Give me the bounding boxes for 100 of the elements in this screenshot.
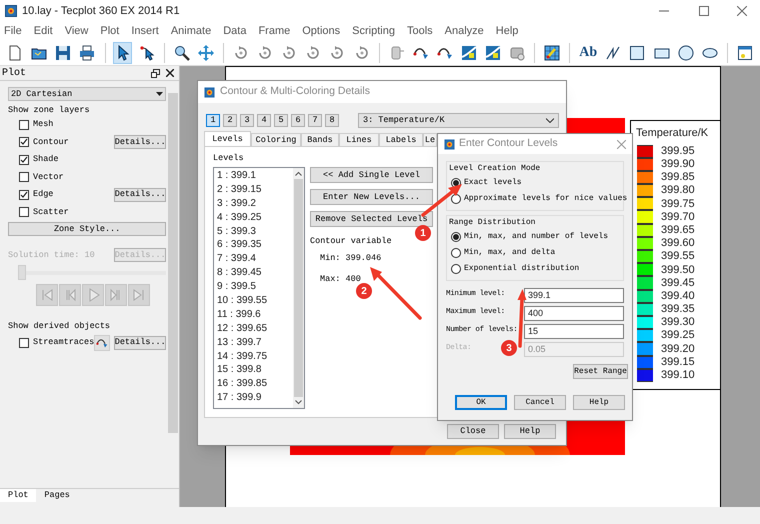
dialog-button[interactable]: Remove Selected Levels xyxy=(310,211,433,227)
grid-icon[interactable] xyxy=(544,44,560,60)
menu-item[interactable]: Tools xyxy=(406,22,433,40)
contour-icon[interactable] xyxy=(461,44,478,60)
group-button[interactable]: 2 xyxy=(223,114,237,126)
group-button[interactable]: 6 xyxy=(291,114,305,126)
tab[interactable]: Bands xyxy=(301,133,339,146)
move-icon[interactable] xyxy=(198,44,214,60)
menu-item[interactable]: Frame xyxy=(258,22,290,40)
magnifier-icon[interactable] xyxy=(174,44,190,60)
menu-item[interactable]: Scripting xyxy=(352,22,395,40)
dialog-button[interactable]: Help xyxy=(573,395,625,410)
list-item[interactable]: 16 : 399.85 xyxy=(217,377,293,392)
checkbox[interactable] xyxy=(19,207,29,218)
circle-icon[interactable] xyxy=(678,44,694,60)
details-button[interactable]: Details... xyxy=(114,336,166,350)
radio-button[interactable] xyxy=(451,232,461,242)
list-item[interactable]: 5 : 399.3 xyxy=(217,224,293,238)
list-item[interactable]: 6 : 399.35 xyxy=(217,238,293,252)
list-item[interactable]: 1 : 399.1 xyxy=(217,169,293,183)
rotate-icon[interactable] xyxy=(257,44,273,60)
close-icon[interactable] xyxy=(166,69,174,77)
rotate-icon[interactable] xyxy=(305,44,322,60)
list-item[interactable]: 17 : 399.9 xyxy=(217,391,293,406)
list-item[interactable]: 9 : 399.5 xyxy=(217,280,293,294)
checkbox[interactable] xyxy=(19,154,29,165)
time-slider[interactable] xyxy=(18,265,166,280)
tab[interactable]: Labels xyxy=(379,133,423,146)
variable-dropdown[interactable]: 3: Temperature/K xyxy=(358,112,559,128)
details-button[interactable]: Details... xyxy=(114,188,166,202)
list-item[interactable]: 13 : 399.7 xyxy=(217,336,293,350)
pointer-icon[interactable] xyxy=(138,44,155,60)
list-item[interactable]: 15 : 399.8 xyxy=(217,363,293,378)
dialog-button[interactable]: OK xyxy=(455,395,507,410)
text-tool-button[interactable]: Ab xyxy=(578,42,598,64)
line-icon[interactable] xyxy=(605,44,622,60)
checkbox[interactable] xyxy=(19,120,29,130)
plot-type-dropdown[interactable]: 2D Cartesian xyxy=(8,87,166,101)
menu-item[interactable]: File xyxy=(4,22,22,40)
tab[interactable]: Coloring xyxy=(251,133,301,146)
tab[interactable]: Levels xyxy=(204,131,251,146)
input-field[interactable]: 15 xyxy=(524,324,624,338)
slider-thumb[interactable] xyxy=(18,265,26,280)
dialog-button[interactable]: Close xyxy=(447,424,499,439)
list-item[interactable]: 7 : 399.4 xyxy=(217,252,293,266)
details-button[interactable]: Details... xyxy=(114,135,166,150)
dialog-button[interactable]: Cancel xyxy=(514,395,566,410)
input-field[interactable]: 400 xyxy=(524,306,624,320)
list-item[interactable]: 8 : 399.45 xyxy=(217,266,293,280)
float-icon[interactable] xyxy=(151,68,160,78)
scroll-up-icon[interactable] xyxy=(295,171,302,176)
list-item[interactable]: 14 : 399.75 xyxy=(217,350,293,364)
list-item[interactable]: 3 : 399.2 xyxy=(217,196,293,211)
group-button[interactable]: 3 xyxy=(240,114,254,126)
tool-icon[interactable] xyxy=(509,44,526,60)
radio-button[interactable] xyxy=(451,194,461,204)
list-item[interactable]: 12 : 399.65 xyxy=(217,322,293,336)
scroll-down-icon[interactable] xyxy=(295,400,302,405)
list-item[interactable]: 11 : 399.6 xyxy=(217,308,293,322)
dialog-button[interactable]: Reset Range xyxy=(573,364,628,379)
group-button[interactable]: 8 xyxy=(325,114,339,126)
dialog-button[interactable]: Enter New Levels... xyxy=(310,189,433,205)
list-item[interactable]: 10 : 399.55 xyxy=(217,294,293,308)
list-item[interactable]: 2 : 399.15 xyxy=(217,182,293,197)
tab[interactable]: Le xyxy=(423,133,437,146)
rotate-icon[interactable] xyxy=(329,44,346,60)
zone-style-button[interactable]: Zone Style... xyxy=(8,222,166,236)
save-icon[interactable] xyxy=(55,44,72,60)
curve-arrow-icon[interactable] xyxy=(96,336,108,348)
panel-tab[interactable]: Plot xyxy=(0,489,36,502)
menu-item[interactable]: Insert xyxy=(131,22,159,40)
menu-item[interactable]: Analyze xyxy=(444,22,484,40)
menu-item[interactable]: Options xyxy=(302,22,340,40)
menu-item[interactable]: Data xyxy=(223,22,246,40)
rotate-icon[interactable] xyxy=(281,44,298,60)
group-button[interactable]: 1 xyxy=(206,114,220,126)
group-button[interactable]: 5 xyxy=(274,114,288,126)
scrollbar[interactable] xyxy=(293,168,304,408)
menu-item[interactable]: Animate xyxy=(170,22,212,40)
list-item[interactable]: 4 : 399.25 xyxy=(217,210,293,225)
dialog-button[interactable]: Help xyxy=(504,424,556,439)
maximize-icon[interactable] xyxy=(699,6,709,16)
contour-icon[interactable] xyxy=(485,44,502,60)
skip-start-icon[interactable] xyxy=(40,288,54,302)
menu-item[interactable]: Help xyxy=(496,22,518,40)
square-icon[interactable] xyxy=(629,44,646,60)
checkbox[interactable] xyxy=(19,137,29,148)
menu-item[interactable]: Edit xyxy=(34,22,53,40)
group-button[interactable]: 7 xyxy=(308,114,322,126)
menu-item[interactable]: View xyxy=(64,22,88,40)
dialog-button[interactable]: << Add Single Level xyxy=(310,167,433,183)
radio-button[interactable] xyxy=(451,264,461,274)
tab[interactable]: Lines xyxy=(339,133,379,146)
new-document-icon[interactable] xyxy=(7,44,24,60)
radio-button[interactable] xyxy=(451,248,461,258)
frame-icon[interactable] xyxy=(736,44,753,60)
rotate-icon[interactable] xyxy=(232,44,249,60)
input-field[interactable]: 399.1 xyxy=(524,288,624,302)
rotate-icon[interactable] xyxy=(354,44,370,60)
checkbox[interactable] xyxy=(19,172,29,182)
